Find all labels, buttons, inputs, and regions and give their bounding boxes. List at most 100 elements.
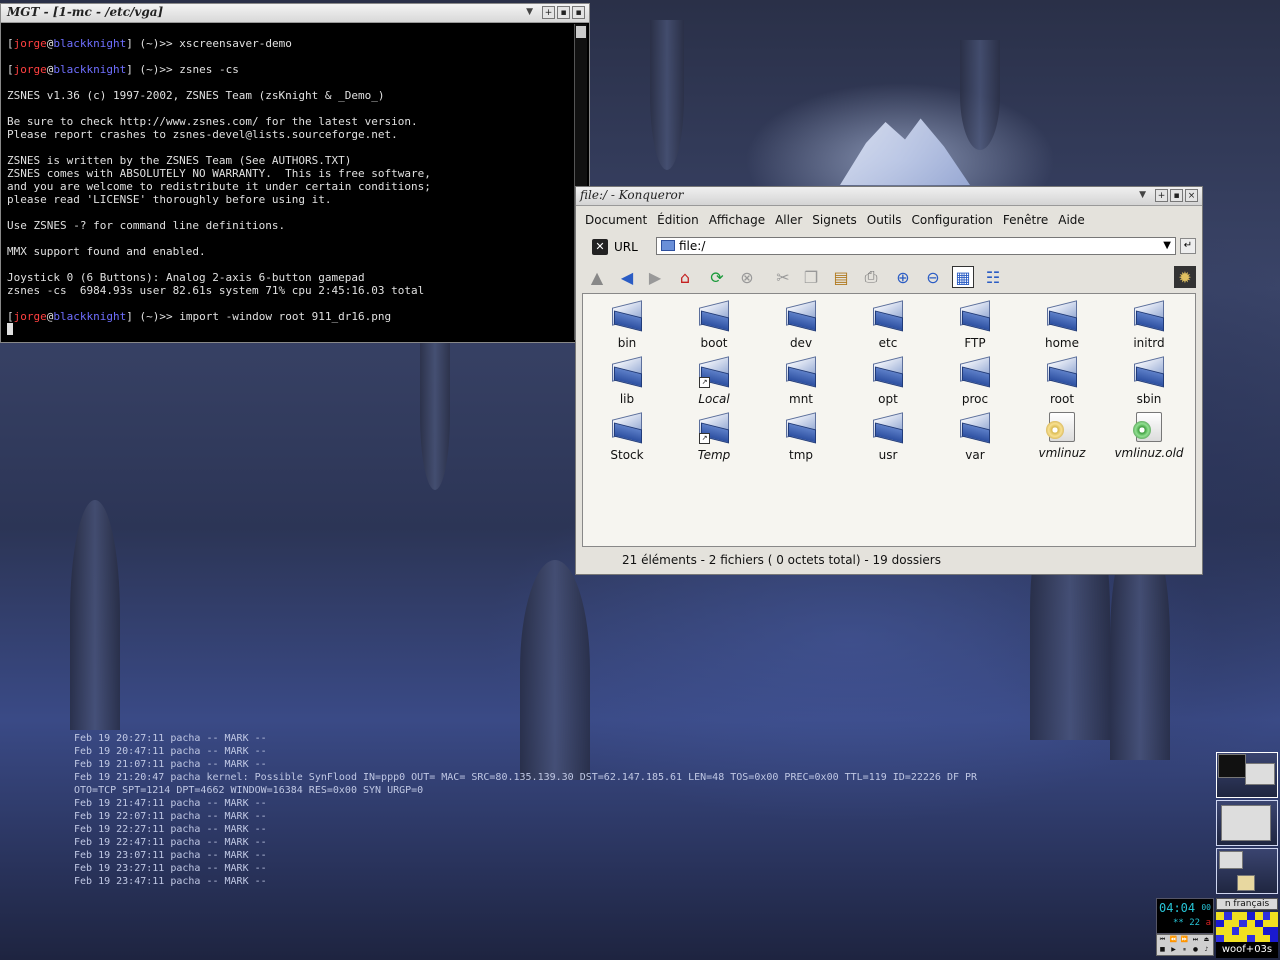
home-icon[interactable]: ⌂: [674, 266, 696, 288]
file-item-home[interactable]: home: [1022, 300, 1102, 350]
file-item-lib[interactable]: lib: [587, 356, 667, 406]
file-item-mnt[interactable]: mnt: [761, 356, 841, 406]
pager-desktop-3[interactable]: [1216, 848, 1278, 894]
konqueror-window[interactable]: file:/ - Konqueror ▼ + ▪ × Document Édit…: [575, 186, 1203, 575]
go-button[interactable]: ↵: [1180, 238, 1196, 254]
chevron-down-icon[interactable]: ▼: [1163, 238, 1171, 254]
minimize-button[interactable]: ▪: [1170, 189, 1183, 202]
output-line: Joystick 0 (6 Buttons): Analog 2-axis 6-…: [7, 271, 365, 284]
folder-icon: [784, 356, 818, 388]
cpu-cell: [1224, 935, 1232, 943]
clock-applet[interactable]: 04:04 00 ** 22 a: [1156, 898, 1214, 934]
cut-icon[interactable]: ✂: [772, 266, 794, 288]
detail-view-icon[interactable]: ☷: [982, 266, 1004, 288]
output-line: Be sure to check http://www.zsnes.com/ f…: [7, 115, 418, 128]
file-item-vmlinuz[interactable]: vmlinuz: [1022, 412, 1102, 460]
fast-forward-icon[interactable]: ⏩: [1179, 935, 1190, 944]
previous-track-icon[interactable]: ⏮: [1157, 935, 1168, 944]
file-item-dev[interactable]: dev: [761, 300, 841, 350]
menu-edition[interactable]: Édition: [652, 213, 704, 227]
language-applet[interactable]: n français: [1216, 898, 1278, 910]
cpu-cell: [1270, 927, 1278, 935]
desktop-pager[interactable]: [1216, 752, 1278, 898]
file-item-opt[interactable]: opt: [848, 356, 928, 406]
volume-icon[interactable]: ♪: [1201, 945, 1212, 954]
menubar: Document Édition Affichage Aller Signets…: [580, 209, 1198, 231]
pause-icon[interactable]: ⏸: [1179, 945, 1190, 954]
next-track-icon[interactable]: ⏭: [1190, 935, 1201, 944]
menu-signets[interactable]: Signets: [807, 213, 862, 227]
play-icon[interactable]: ▶: [1168, 945, 1179, 954]
file-item-local[interactable]: ↗ Local: [674, 356, 754, 406]
file-item-ftp[interactable]: FTP: [935, 300, 1015, 350]
clear-location-icon[interactable]: ✕: [592, 239, 608, 255]
back-icon[interactable]: ◀: [616, 266, 638, 288]
file-icon-view[interactable]: bin boot dev etc FTP home initrd lib ↗ Local mnt op…: [582, 293, 1196, 547]
menu-fenetre[interactable]: Fenêtre: [998, 213, 1053, 227]
terminal-window[interactable]: MGT - [1-mc - /etc/vga] ▼ + ▪ ▪ [jorge@b…: [0, 3, 590, 343]
icon-view-icon[interactable]: ▦: [952, 266, 974, 288]
window-menu-button[interactable]: +: [542, 6, 555, 19]
menu-aller[interactable]: Aller: [770, 213, 807, 227]
rewind-icon[interactable]: ⏪: [1168, 935, 1179, 944]
menu-configuration[interactable]: Configuration: [906, 213, 997, 227]
chevron-down-icon[interactable]: ▼: [526, 7, 533, 17]
output-line: please read 'LICENSE' thoroughly before …: [7, 193, 332, 206]
file-item-root[interactable]: root: [1022, 356, 1102, 406]
file-item-vmlinuz-old[interactable]: vmlinuz.old: [1109, 412, 1189, 460]
folder-icon: [610, 356, 644, 388]
gear-icon[interactable]: ✹: [1174, 266, 1196, 288]
output-line: ZSNES is written by the ZSNES Team (See …: [7, 154, 351, 167]
pager-desktop-2[interactable]: [1216, 800, 1278, 846]
file-item-bin[interactable]: bin: [587, 300, 667, 350]
terminal-titlebar[interactable]: MGT - [1-mc - /etc/vga] ▼ + ▪ ▪: [1, 4, 589, 23]
record-icon[interactable]: ●: [1190, 945, 1201, 954]
stop-icon[interactable]: ■: [1157, 945, 1168, 954]
file-item-temp[interactable]: ↗ Temp: [674, 412, 754, 462]
pager-desktop-1[interactable]: [1216, 752, 1278, 798]
terminal-output[interactable]: [jorge@blackknight] (~)>> xscreensaver-d…: [7, 24, 571, 340]
url-input[interactable]: file:/ ▼: [656, 237, 1176, 255]
maximize-button[interactable]: ▪: [572, 6, 585, 19]
file-item-proc[interactable]: proc: [935, 356, 1015, 406]
close-button[interactable]: ×: [1185, 189, 1198, 202]
copy-icon[interactable]: ❐: [800, 266, 822, 288]
print-icon[interactable]: ⎙: [860, 266, 882, 288]
menu-document[interactable]: Document: [580, 213, 652, 227]
folder-icon: [958, 412, 992, 444]
file-item-initrd[interactable]: initrd: [1109, 300, 1189, 350]
file-item-label: lib: [587, 392, 667, 406]
window-menu-button[interactable]: +: [1155, 189, 1168, 202]
eject-icon[interactable]: ⏏: [1201, 935, 1212, 944]
scrollbar-thumb[interactable]: [576, 26, 586, 38]
stalagmite: [70, 500, 120, 730]
paste-icon[interactable]: ▤: [830, 266, 852, 288]
zoom-in-icon[interactable]: ⊕: [892, 266, 914, 288]
reload-icon[interactable]: ⟳: [706, 266, 728, 288]
minimize-button[interactable]: ▪: [557, 6, 570, 19]
forward-icon[interactable]: ▶: [644, 266, 666, 288]
folder-icon: [871, 300, 905, 332]
file-item-tmp[interactable]: tmp: [761, 412, 841, 462]
chevron-down-icon[interactable]: ▼: [1139, 190, 1146, 200]
cpu-monitor-grid: [1216, 912, 1278, 942]
stop-icon[interactable]: ⊗: [736, 266, 758, 288]
cpu-cell: [1255, 912, 1263, 920]
media-player-applet[interactable]: ⏮ ⏪ ⏩ ⏭ ⏏ ■ ▶ ⏸ ● ♪: [1156, 934, 1214, 956]
menu-aide[interactable]: Aide: [1053, 213, 1090, 227]
file-item-usr[interactable]: usr: [848, 412, 928, 462]
menu-affichage[interactable]: Affichage: [704, 213, 770, 227]
file-item-stock[interactable]: Stock: [587, 412, 667, 462]
file-item-etc[interactable]: etc: [848, 300, 928, 350]
cpu-cell: [1247, 935, 1255, 943]
file-item-sbin[interactable]: sbin: [1109, 356, 1189, 406]
up-icon[interactable]: ▲: [586, 266, 608, 288]
prompt: [jorge@blackknight] (~)>>: [7, 37, 179, 50]
file-item-var[interactable]: var: [935, 412, 1015, 462]
file-item-boot[interactable]: boot: [674, 300, 754, 350]
zoom-out-icon[interactable]: ⊖: [922, 266, 944, 288]
menu-outils[interactable]: Outils: [862, 213, 907, 227]
snow-peak: [840, 115, 970, 185]
file-item-label: etc: [848, 336, 928, 350]
konqueror-titlebar[interactable]: file:/ - Konqueror ▼ + ▪ ×: [576, 187, 1202, 206]
